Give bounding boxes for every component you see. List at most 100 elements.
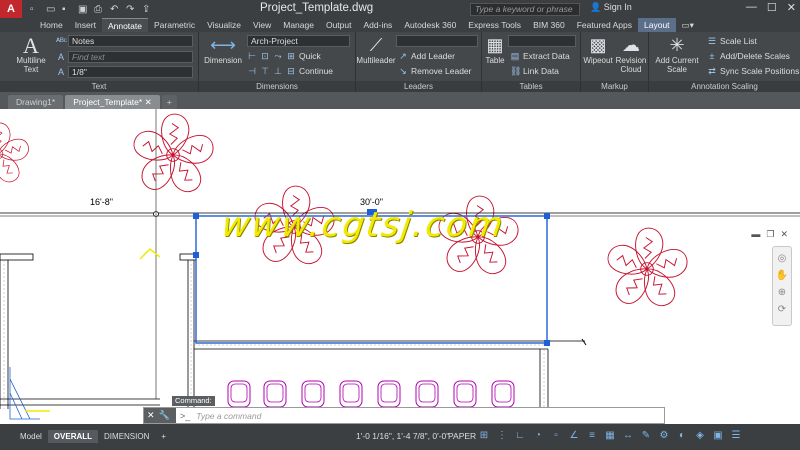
continue-label[interactable]: Continue — [299, 66, 333, 76]
doc-tab-project-template[interactable]: Project_Template* ✕ — [65, 95, 160, 109]
steering-wheel-icon[interactable]: ◎ — [773, 253, 791, 264]
restore-viewport-icon[interactable]: ❐ — [766, 229, 774, 240]
transparency-icon[interactable]: ▦ — [604, 430, 616, 442]
tab-output[interactable]: Output — [320, 18, 358, 32]
leader-style-select[interactable] — [396, 35, 478, 47]
dim-space-icon[interactable]: ⊣ — [247, 66, 257, 76]
layout-tab-dimension[interactable]: DIMENSION — [98, 430, 155, 443]
table-button[interactable]: ▦ Table — [482, 34, 508, 66]
find-text-input[interactable]: Find text — [68, 51, 193, 63]
selection-cycling-icon[interactable]: ↔ — [622, 430, 634, 442]
workspace-icon[interactable]: ⚙ — [658, 430, 670, 442]
tab-parametric[interactable]: Parametric — [148, 18, 201, 32]
sign-in-button[interactable]: 👤 Sign In — [590, 2, 632, 13]
remove-leader-button[interactable]: ↘ Remove Leader — [398, 66, 471, 76]
drawing-canvas[interactable]: 16'-8" 30'-0" www.cgtsj.com ▬ ❐ ✕ ◎ ✋ ⊕ … — [0, 109, 800, 424]
minimize-viewport-icon[interactable]: ▬ — [751, 229, 760, 240]
search-input[interactable]: Type a keyword or phrase — [470, 3, 580, 16]
maximize-icon[interactable]: ☐ — [767, 1, 777, 14]
snap-icon[interactable]: ⋮ — [496, 430, 508, 442]
dim-continue-icon[interactable]: ⊟ — [286, 66, 296, 76]
paper-space-toggle[interactable]: PAPER — [448, 431, 476, 441]
add-leader-button[interactable]: ↗ Add Leader — [398, 51, 455, 61]
dim-break-icon[interactable]: ⤳ — [273, 51, 283, 61]
dimension-style-select[interactable]: Arch-Project — [247, 35, 350, 47]
print-icon[interactable]: ⎙ — [94, 4, 105, 15]
dimensions-panel-title[interactable]: Dimensions — [199, 81, 355, 92]
layout-tab-model[interactable]: Model — [14, 430, 48, 443]
dim-inspect-icon[interactable]: ⊥ — [273, 66, 283, 76]
new-icon[interactable]: ▫ — [30, 4, 41, 15]
ribbon-options-icon[interactable]: ▭▾ — [676, 18, 700, 32]
scale-list-button[interactable]: ☰ Scale List — [707, 36, 757, 46]
save-icon[interactable]: ▪ — [62, 4, 73, 15]
tab-insert[interactable]: Insert — [69, 18, 102, 32]
otrack-icon[interactable]: ∠ — [568, 430, 580, 442]
wall-lines[interactable] — [0, 253, 585, 424]
doc-tab-drawing1[interactable]: Drawing1* — [8, 95, 64, 109]
tab-featured-apps[interactable]: Featured Apps — [571, 18, 638, 32]
tab-visualize[interactable]: Visualize — [201, 18, 247, 32]
dim-adjust-icon[interactable]: ⊡ — [260, 51, 270, 61]
customize-command-icon[interactable]: 🔧 — [159, 410, 170, 421]
multileader-button[interactable]: ⟋ Multileader — [356, 34, 396, 66]
annotation-scaling-panel-title[interactable]: Annotation Scaling — [649, 81, 800, 92]
new-tab-button[interactable]: + — [161, 95, 177, 109]
hardware-acceleration-icon[interactable]: ◈ — [694, 430, 706, 442]
coordinates-readout[interactable]: 1'-0 1/16", 1'-4 7/8", 0'-0" — [356, 431, 449, 441]
text-height-icon[interactable]: A — [56, 67, 66, 77]
grid-icon[interactable]: ⊞ — [478, 430, 490, 442]
revision-cloud-button[interactable]: ☁ Revision Cloud — [614, 34, 648, 75]
chair-row[interactable] — [227, 380, 515, 408]
application-menu-button[interactable]: A — [0, 0, 22, 18]
close-tab-icon[interactable]: ✕ — [145, 97, 152, 107]
redo-icon[interactable]: ↷ — [126, 4, 137, 15]
zoom-icon[interactable]: ⊕ — [773, 287, 791, 298]
leaders-panel-title[interactable]: Leaders — [356, 81, 481, 92]
text-panel-title[interactable]: Text — [0, 81, 198, 92]
tab-add-ins[interactable]: Add-ins — [357, 18, 398, 32]
close-icon[interactable]: ✕ — [787, 1, 796, 14]
text-height-select[interactable]: 1/8" — [68, 66, 193, 78]
close-command-icon[interactable]: ✕ — [147, 410, 155, 421]
tab-annotate[interactable]: Annotate — [101, 18, 148, 32]
quick-label[interactable]: Quick — [299, 51, 321, 61]
dim-jog-icon[interactable]: ⊤ — [260, 66, 270, 76]
add-current-scale-button[interactable]: ✳ Add Current Scale — [651, 34, 703, 75]
isolate-objects-icon[interactable]: ◐ — [676, 430, 688, 442]
open-icon[interactable]: ▭ — [46, 4, 57, 15]
clean-screen-icon[interactable]: ▣ — [712, 430, 724, 442]
minimize-icon[interactable]: — — [746, 1, 757, 14]
multiline-text-button[interactable]: A Multiline Text — [10, 34, 52, 74]
osnap-icon[interactable]: ▫ — [550, 430, 562, 442]
dim-quick-icon[interactable]: ⊞ — [286, 51, 296, 61]
add-layout-button[interactable]: + — [155, 430, 172, 443]
text-style-icon[interactable]: A — [56, 52, 66, 62]
customization-icon[interactable]: ☰ — [730, 430, 742, 442]
tab-manage[interactable]: Manage — [277, 18, 320, 32]
polar-icon[interactable]: ◔ — [532, 430, 544, 442]
layout-tab-overall[interactable]: OVERALL — [47, 429, 99, 443]
share-icon[interactable]: ⇪ — [142, 4, 153, 15]
orbit-icon[interactable]: ⟳ — [773, 304, 791, 315]
extract-data-button[interactable]: ▤ Extract Data — [510, 51, 570, 61]
tab-express-tools[interactable]: Express Tools — [462, 18, 527, 32]
plant-symbol[interactable] — [131, 114, 217, 197]
markup-panel-title[interactable]: Markup — [581, 81, 648, 92]
dimension-button[interactable]: ⟷ Dimension — [201, 34, 245, 66]
close-viewport-icon[interactable]: ✕ — [780, 229, 788, 240]
ortho-icon[interactable]: ∟ — [514, 430, 526, 442]
annotation-visibility-icon[interactable]: ✎ — [640, 430, 652, 442]
tab-home[interactable]: Home — [34, 18, 69, 32]
saveas-icon[interactable]: ▣ — [78, 4, 89, 15]
text-style-select[interactable]: Notes — [68, 35, 193, 47]
tab-autodesk-360[interactable]: Autodesk 360 — [398, 18, 462, 32]
table-style-select[interactable] — [508, 35, 576, 47]
tab-view[interactable]: View — [247, 18, 277, 32]
navigation-bar[interactable]: ◎ ✋ ⊕ ⟳ — [772, 246, 792, 326]
sync-scale-positions-button[interactable]: ⇄ Sync Scale Positions — [707, 66, 799, 76]
tab-bim-360[interactable]: BIM 360 — [527, 18, 571, 32]
lineweight-icon[interactable]: ≡ — [586, 430, 598, 442]
plant-symbol[interactable] — [0, 123, 31, 186]
dim-linear-icon[interactable]: ⊢ — [247, 51, 257, 61]
